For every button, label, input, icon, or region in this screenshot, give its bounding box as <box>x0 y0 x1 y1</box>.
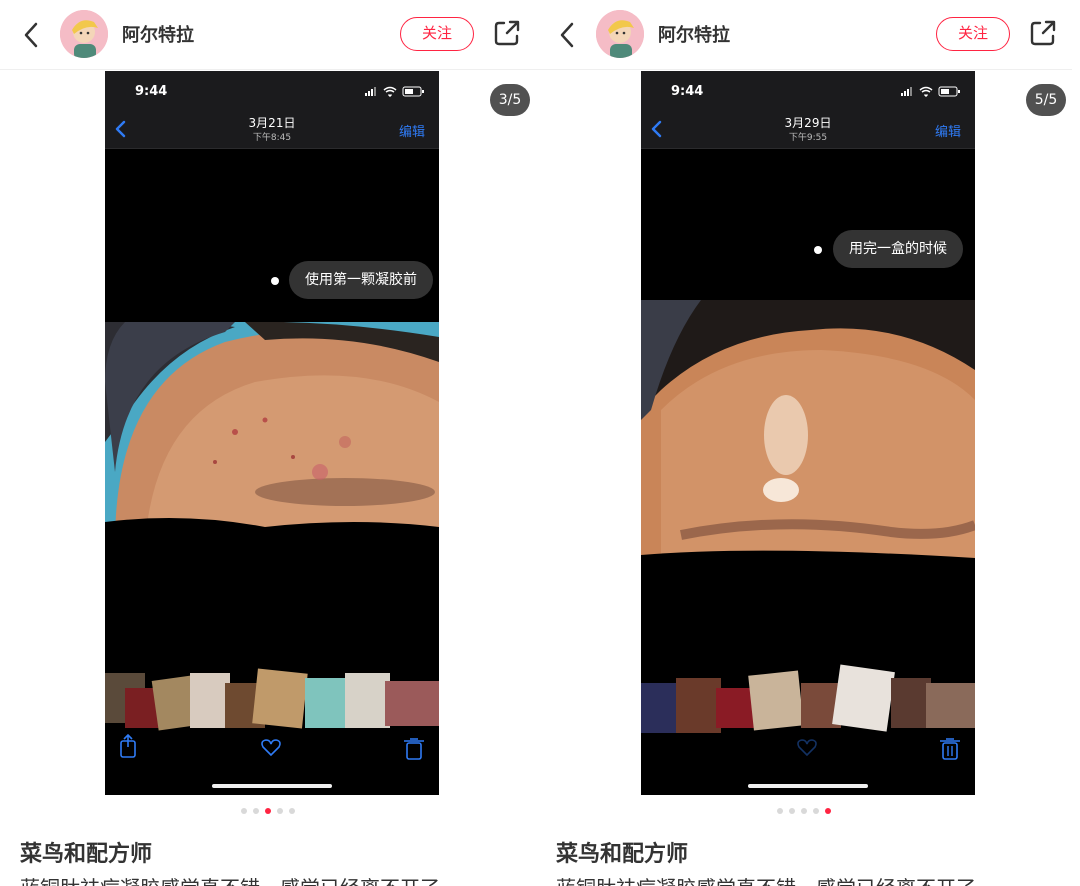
share-icon[interactable] <box>1028 18 1058 48</box>
photo-nav-bar: 3月29日 下午9:55 编辑 <box>641 109 975 149</box>
chevron-left-icon[interactable] <box>18 18 46 52</box>
photo-time: 下午9:55 <box>788 133 828 143</box>
edit-button[interactable]: 编辑 <box>399 121 425 140</box>
photo-date: 3月29日 <box>784 116 832 130</box>
forehead-photo <box>641 300 975 567</box>
photo-toolbar <box>797 738 960 760</box>
photo-date: 3月21日 <box>248 116 296 130</box>
avatar[interactable] <box>60 10 108 58</box>
phone-status-bar: 9:44 <box>105 71 439 109</box>
carousel-dot[interactable] <box>241 808 247 814</box>
screen: 阿尔特拉 关注 9:44 3月21日 下午8:45 编辑 使用第一颗凝胶前 3/… <box>0 0 1080 886</box>
status-time: 9:44 <box>135 84 168 99</box>
post-panel-left: 阿尔特拉 关注 9:44 3月21日 下午8:45 编辑 使用第一颗凝胶前 3/… <box>0 0 536 886</box>
chevron-left-icon[interactable] <box>554 18 582 52</box>
follow-button[interactable]: 关注 <box>936 17 1010 51</box>
status-icons <box>365 86 424 97</box>
phone-screenshot[interactable]: 9:44 3月21日 下午8:45 编辑 使用第一颗凝胶前 <box>105 71 439 795</box>
phone-screenshot[interactable]: 9:44 3月29日 下午9:55 编辑 用完一盒的时候 <box>641 71 975 795</box>
carousel-dot[interactable] <box>813 808 819 814</box>
favorite-heart-icon[interactable] <box>261 739 281 757</box>
tag-anchor-dot <box>271 277 279 285</box>
post-header: 阿尔特拉 关注 <box>536 0 1072 70</box>
carousel-dot[interactable] <box>801 808 807 814</box>
edit-button[interactable]: 编辑 <box>935 121 961 140</box>
author-name[interactable]: 阿尔特拉 <box>658 21 730 47</box>
home-indicator <box>748 784 868 788</box>
carousel-dot[interactable] <box>789 808 795 814</box>
favorite-heart-icon[interactable] <box>797 739 817 757</box>
carousel-dot[interactable] <box>289 808 295 814</box>
photo-tag[interactable]: 使用第一颗凝胶前 <box>289 261 433 299</box>
carousel-dot[interactable] <box>253 808 259 814</box>
photo-time: 下午8:45 <box>252 133 292 143</box>
carousel-dot[interactable] <box>777 808 783 814</box>
image-counter: 5/5 <box>1026 84 1066 116</box>
photo-tag[interactable]: 用完一盒的时候 <box>833 230 963 268</box>
post-description: 蓝铜肽祛痘凝胶感觉真不错，感觉已经离不开了 <box>556 872 976 886</box>
photo-nav-bar: 3月21日 下午8:45 编辑 <box>105 109 439 149</box>
follow-button[interactable]: 关注 <box>400 17 474 51</box>
post-title: 菜鸟和配方师 <box>20 842 153 867</box>
post-panel-right: 阿尔特拉 关注 9:44 3月29日 下午9:55 编辑 用完一盒的时候 5/5… <box>536 0 1072 886</box>
delete-trash-icon[interactable] <box>404 738 424 760</box>
avatar[interactable] <box>596 10 644 58</box>
carousel-dot[interactable] <box>277 808 283 814</box>
carousel-dots <box>0 808 536 814</box>
share-icon[interactable] <box>492 18 522 48</box>
photo-toolbar <box>120 733 424 760</box>
carousel-dot-active[interactable] <box>825 808 831 814</box>
share-photo-icon[interactable] <box>120 733 136 758</box>
carousel-dot-active[interactable] <box>265 808 271 814</box>
avatar-illustration-icon <box>596 10 644 58</box>
phone-status-bar: 9:44 <box>641 71 975 109</box>
carousel-dots <box>536 808 1072 814</box>
delete-trash-icon[interactable] <box>940 738 960 760</box>
author-name[interactable]: 阿尔特拉 <box>122 21 194 47</box>
image-counter: 3/5 <box>490 84 530 116</box>
post-title: 菜鸟和配方师 <box>556 842 689 867</box>
post-description: 蓝铜肽祛痘凝胶感觉真不错，感觉已经离不开了 <box>20 872 440 886</box>
avatar-illustration-icon <box>60 10 108 58</box>
tag-anchor-dot <box>814 246 822 254</box>
status-time: 9:44 <box>671 84 704 99</box>
forehead-photo <box>105 322 439 544</box>
status-icons <box>901 86 960 97</box>
home-indicator <box>212 784 332 788</box>
post-header: 阿尔特拉 关注 <box>0 0 536 70</box>
